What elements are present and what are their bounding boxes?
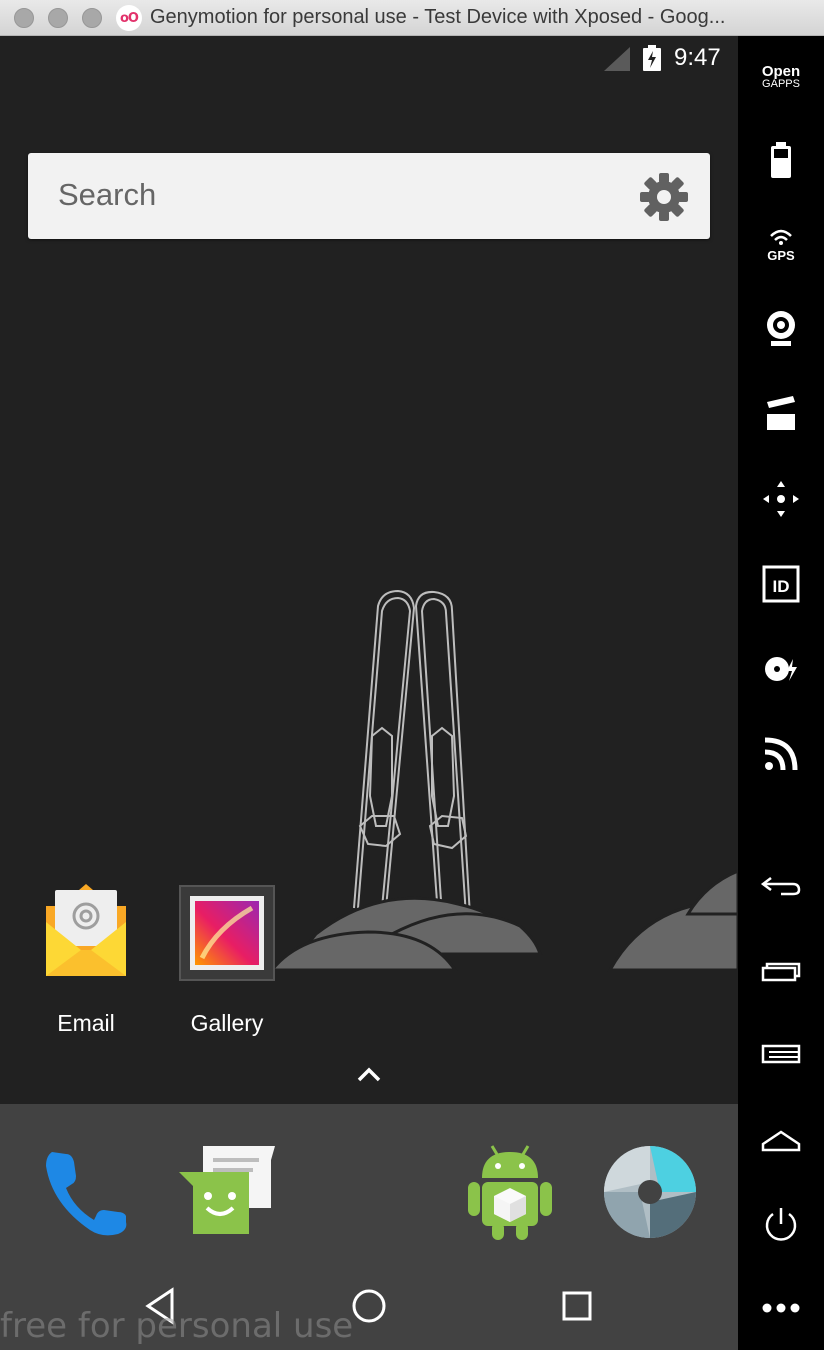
signal-icon	[604, 47, 630, 71]
open-gapps-label-line2: GAPPS	[762, 78, 800, 90]
open-gapps-button[interactable]: Open GAPPS	[746, 64, 816, 90]
menu-icon	[761, 1044, 801, 1064]
status-time: 9:47	[674, 44, 721, 71]
network-icon	[764, 737, 798, 771]
watermark: free for personal use	[0, 1306, 354, 1346]
dpad-icon	[763, 481, 799, 517]
gallery-icon	[179, 885, 275, 981]
home-icon[interactable]	[347, 1284, 391, 1328]
minimize-window-button[interactable]	[48, 8, 68, 28]
camera-shutter-icon[interactable]	[600, 1142, 700, 1242]
genymotion-sidebar: Open GAPPS GPS ID	[738, 36, 824, 1350]
disk-io-icon	[765, 657, 797, 681]
app-label: Gallery	[190, 1010, 264, 1036]
sidebar-more-button[interactable]	[753, 1280, 809, 1336]
search-bar[interactable]: Search	[28, 153, 710, 239]
battery-charging-icon	[643, 45, 661, 71]
status-bar[interactable]: 9:47	[0, 36, 738, 82]
open-gapps-label-line1: Open	[761, 63, 801, 80]
messenger-icon[interactable]	[175, 1142, 275, 1242]
gps-label: GPS	[767, 248, 795, 263]
genymotion-logo-icon: oO	[116, 5, 142, 31]
recent-apps-icon	[761, 962, 801, 982]
webcam-button[interactable]	[753, 301, 809, 357]
zoom-window-button[interactable]	[82, 8, 102, 28]
app-drawer-chevron-icon[interactable]	[354, 1062, 384, 1088]
search-placeholder: Search	[58, 177, 157, 212]
sidebar-power-button[interactable]	[753, 1196, 809, 1252]
gps-button[interactable]: GPS	[753, 216, 809, 272]
battery-button[interactable]	[753, 132, 809, 188]
sidebar-home-button[interactable]	[753, 1110, 809, 1166]
sidebar-recent-apps-button[interactable]	[753, 942, 809, 998]
android-cube-icon[interactable]	[460, 1142, 560, 1242]
device-id-button[interactable]: ID	[753, 556, 809, 612]
app-email[interactable]: Email	[21, 878, 151, 1037]
app-gallery[interactable]: Gallery	[162, 878, 292, 1037]
email-icon	[46, 884, 126, 976]
dpad-button[interactable]	[753, 471, 809, 527]
power-icon	[765, 1208, 797, 1241]
app-label: Email	[57, 1010, 115, 1036]
screencast-icon	[767, 396, 795, 430]
webcam-icon	[767, 311, 795, 346]
screencast-button[interactable]	[753, 386, 809, 442]
device-id-icon: ID	[762, 565, 800, 603]
device-id-label: ID	[773, 577, 790, 596]
more-icon	[762, 1303, 800, 1313]
window-titlebar: oO Genymotion for personal use - Test De…	[0, 0, 824, 36]
battery-icon	[771, 142, 791, 178]
window-title: Genymotion for personal use - Test Devic…	[150, 6, 726, 28]
gps-icon: GPS	[767, 229, 795, 263]
back-icon	[760, 877, 801, 896]
phone-icon[interactable]	[38, 1142, 138, 1242]
recents-icon[interactable]	[555, 1284, 599, 1328]
network-button[interactable]	[753, 726, 809, 782]
home-icon	[761, 1130, 801, 1152]
disk-io-button[interactable]	[753, 641, 809, 697]
sidebar-back-button[interactable]	[753, 858, 809, 914]
sidebar-menu-button[interactable]	[753, 1026, 809, 1082]
close-window-button[interactable]	[14, 8, 34, 28]
gear-icon[interactable]	[638, 171, 690, 223]
android-screen[interactable]: 9:47 Search Email Gallery free for perso…	[0, 36, 738, 1350]
